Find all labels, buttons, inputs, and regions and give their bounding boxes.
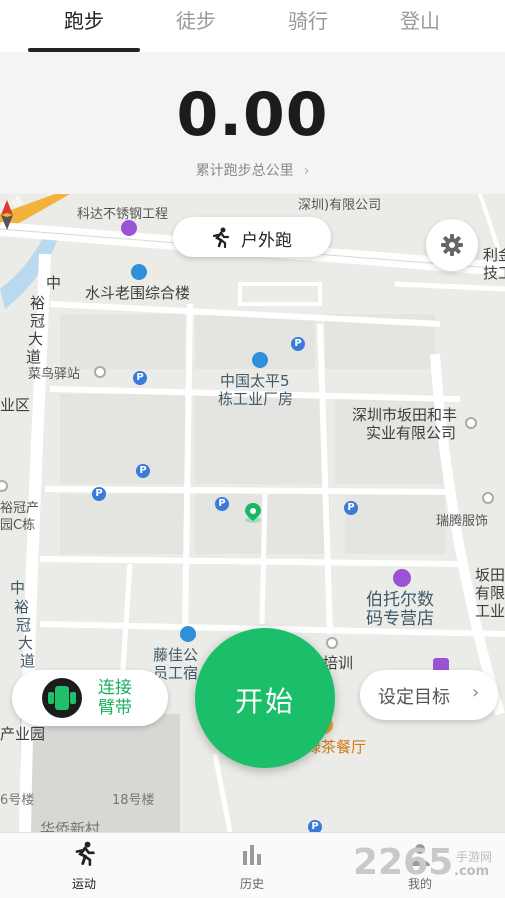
- watermark-domain: .com: [454, 864, 490, 879]
- map-label: 冠: [16, 616, 32, 634]
- map-label: 中国太平5: [220, 372, 290, 390]
- map-label: 深圳市坂田和丰: [352, 406, 458, 424]
- chevron-right-icon: ›: [303, 163, 310, 179]
- map-label: 中: [46, 274, 62, 292]
- map-label: 中: [10, 579, 26, 597]
- parking-icon: P: [92, 487, 106, 501]
- total-distance-value: 0.00: [176, 80, 329, 150]
- map-label: 深圳)有限公司: [298, 198, 382, 213]
- set-goal-button[interactable]: 设定目标 ›: [360, 670, 498, 720]
- connect-armband-label-line1: 连接: [98, 678, 132, 698]
- parking-icon: P: [291, 337, 305, 351]
- parking-icon: P: [215, 497, 229, 511]
- outdoor-run-selector[interactable]: 户外跑: [173, 217, 331, 257]
- parking-icon: P: [136, 464, 150, 478]
- connect-armband-button[interactable]: 连接 臂带: [12, 670, 168, 726]
- start-button[interactable]: 开始: [195, 628, 335, 768]
- nav-item-history[interactable]: 历史: [202, 841, 302, 892]
- map-label: 裕: [30, 294, 46, 312]
- nav-label: 运动: [71, 877, 96, 891]
- outdoor-run-label: 户外跑: [241, 231, 292, 251]
- runner-icon: [212, 227, 230, 249]
- connect-armband-label-line2: 臂带: [98, 698, 132, 718]
- map-label: 18号楼: [112, 793, 155, 808]
- bus-stop-icon: [121, 220, 137, 236]
- map-label: 裕: [14, 598, 30, 616]
- settings-button[interactable]: [426, 219, 478, 271]
- chevron-right-icon: ›: [472, 682, 480, 703]
- map-label: 实业有限公司: [366, 424, 457, 442]
- map-label: 藤佳公: [153, 646, 199, 664]
- map-label: 园C栋: [0, 518, 36, 533]
- compass-icon: [1, 200, 13, 230]
- site-watermark: 2265 手游网 .com: [353, 842, 503, 886]
- map-label: 坂田: [475, 566, 505, 584]
- bar-chart-icon: [243, 845, 261, 865]
- tab-running[interactable]: 跑步: [28, 6, 140, 36]
- map-label: 瑞腾服饰: [436, 514, 489, 529]
- building-icon: [131, 264, 147, 280]
- parking-icon: P: [308, 820, 322, 832]
- nav-label: 历史: [239, 877, 264, 891]
- building-icon: [180, 626, 196, 642]
- poi-dot-icon: [482, 492, 494, 504]
- building-icon: [252, 352, 268, 368]
- total-distance-link[interactable]: 累计跑步总公里 ›: [0, 160, 505, 180]
- map-label: 菜鸟驿站: [28, 367, 81, 382]
- map-label: 伯托尔数: [366, 590, 434, 610]
- armband-icon: [42, 678, 82, 718]
- poi-dot-icon: [465, 417, 477, 429]
- sport-type-tabs: 跑步 徒步 骑行 登山: [0, 0, 505, 52]
- stats-panel: 0.00 累计跑步总公里 ›: [0, 52, 505, 194]
- start-label: 开始: [234, 685, 295, 718]
- map-label: 业区: [0, 396, 31, 414]
- parking-icon: P: [133, 371, 147, 385]
- tab-cycling[interactable]: 骑行: [252, 6, 364, 36]
- map-label: 技工: [483, 264, 505, 282]
- watermark-site-name: 手游网: [456, 850, 493, 864]
- map-label: 栋工业厂房: [218, 390, 294, 408]
- parking-icon: P: [344, 501, 358, 515]
- tab-climbing[interactable]: 登山: [364, 6, 476, 36]
- total-distance-label: 累计跑步总公里: [195, 163, 294, 179]
- poi-dot-icon: [326, 637, 338, 649]
- map-label: 科达不锈钢工程: [77, 207, 169, 222]
- current-location-icon: [245, 503, 261, 523]
- poi-dot-icon: [94, 366, 106, 378]
- map-label: 产业园: [0, 725, 46, 743]
- map-label: 大: [28, 330, 44, 348]
- map-label: 华侨新村: [40, 820, 101, 832]
- map-label: 冠: [30, 312, 46, 330]
- shop-icon: [393, 569, 411, 587]
- map-label: 6号楼: [0, 793, 35, 808]
- runner-icon: [75, 841, 95, 866]
- map-label: 大: [18, 634, 34, 652]
- set-goal-label: 设定目标: [378, 687, 450, 708]
- map-label: 道: [20, 652, 36, 670]
- gear-icon: [441, 234, 463, 256]
- map-label: 有限: [475, 584, 505, 602]
- map-label: 码专营店: [366, 609, 434, 629]
- map-label: 水斗老围综合楼: [85, 284, 191, 302]
- tab-hiking[interactable]: 徒步: [140, 6, 252, 36]
- map-label: 工业: [475, 602, 505, 620]
- nav-item-sport[interactable]: 运动: [34, 841, 134, 892]
- watermark-number: 2265: [353, 842, 454, 883]
- map-label: 利金: [483, 246, 505, 264]
